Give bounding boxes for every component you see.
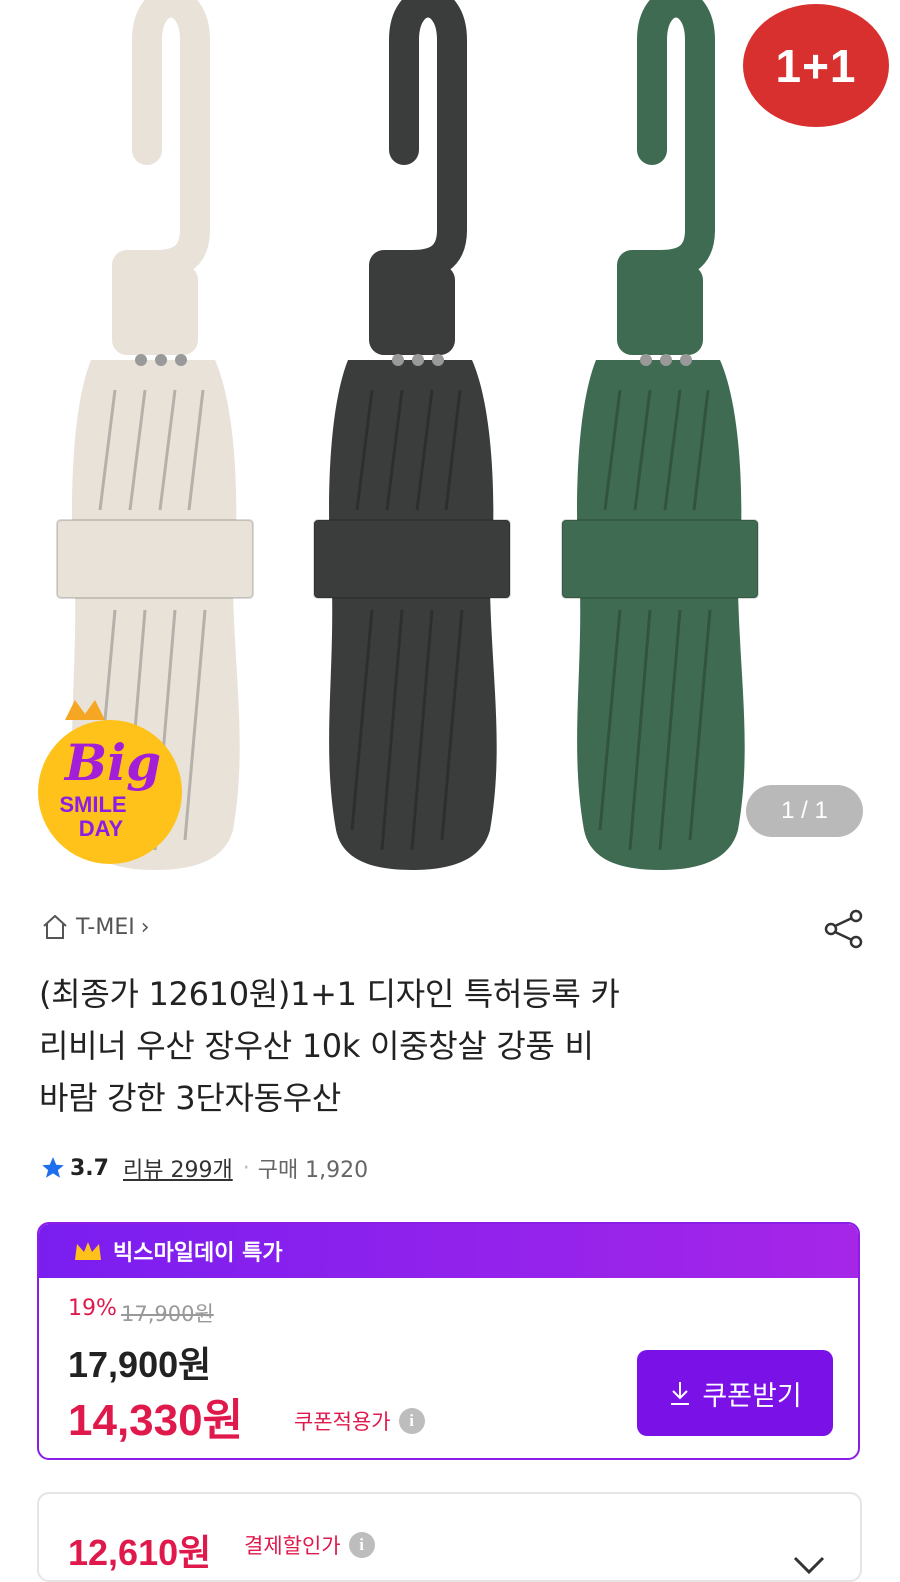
separator: · bbox=[242, 1155, 250, 1181]
title-line: (최종가 12610원)1+1 디자인 특허등록 카 bbox=[39, 975, 620, 1013]
coupon-price-label: 쿠폰적용가 i bbox=[294, 1406, 425, 1436]
deal-header-label: 빅스마일데이 특가 bbox=[113, 1241, 283, 1266]
sale-price: 17,900원 bbox=[68, 1344, 212, 1385]
title-line: 바람 강한 3단자동우산 bbox=[39, 1079, 342, 1117]
umbrella-black bbox=[314, 3, 510, 871]
rating-score: 3.7 bbox=[70, 1155, 109, 1181]
purchase-count: 구매 1,920 bbox=[257, 1158, 369, 1183]
deal-box: 빅스마일데이 특가 19% 17,900원 17,900원 14,330원 쿠폰… bbox=[37, 1222, 860, 1460]
crown-icon bbox=[75, 1242, 101, 1260]
crown-icon bbox=[65, 700, 105, 720]
store-link[interactable]: T-MEI › bbox=[40, 912, 150, 942]
info-icon[interactable]: i bbox=[348, 1532, 375, 1558]
original-price: 17,900원 bbox=[121, 1302, 214, 1326]
get-coupon-button[interactable]: 쿠폰받기 bbox=[637, 1350, 833, 1436]
coupon-price: 14,330원 bbox=[68, 1396, 244, 1445]
get-coupon-label: 쿠폰받기 bbox=[702, 1380, 802, 1411]
payment-label-text: 결제할인가 bbox=[244, 1534, 341, 1558]
big-smile-day-logo: Big SMILE DAY bbox=[27, 700, 194, 867]
home-icon bbox=[43, 914, 67, 939]
share-icon[interactable] bbox=[822, 907, 866, 951]
download-icon bbox=[671, 1382, 690, 1405]
image-counter: 1 / 1 bbox=[746, 785, 863, 837]
payment-label: 결제할인가 i bbox=[244, 1530, 375, 1560]
rating-row: 3.7 리뷰 299개 · 구매 1,920 bbox=[40, 1152, 368, 1184]
info-icon[interactable]: i bbox=[398, 1408, 425, 1434]
umbrella-green bbox=[562, 3, 758, 871]
store-chevron: › bbox=[140, 914, 150, 940]
deal-header: 빅스마일데이 특가 bbox=[39, 1224, 858, 1278]
discount-percent: 19% bbox=[68, 1296, 117, 1321]
product-image-carousel[interactable]: 1+1 Big SMILE DAY 1 / 1 bbox=[0, 0, 900, 872]
review-link[interactable]: 리뷰 299개 bbox=[123, 1152, 233, 1184]
star-icon bbox=[42, 1157, 64, 1178]
coupon-price-label-text: 쿠폰적용가 bbox=[294, 1410, 391, 1434]
promo-badge: 1+1 bbox=[743, 4, 889, 127]
title-line: 리비너 우산 장우산 10k 이중창살 강풍 비 bbox=[39, 1027, 594, 1065]
svg-text:DAY: DAY bbox=[79, 816, 124, 841]
svg-text:SMILE: SMILE bbox=[59, 792, 126, 817]
payment-discount-box[interactable]: 12,610원 결제할인가 i bbox=[37, 1492, 862, 1582]
store-name: T-MEI bbox=[76, 914, 135, 940]
svg-text:Big: Big bbox=[63, 733, 161, 792]
chevron-down-icon[interactable] bbox=[791, 1554, 827, 1578]
payment-price: 12,610원 bbox=[68, 1532, 212, 1573]
product-title: (최종가 12610원)1+1 디자인 특허등록 카 리비너 우산 장우산 10… bbox=[39, 968, 829, 1124]
